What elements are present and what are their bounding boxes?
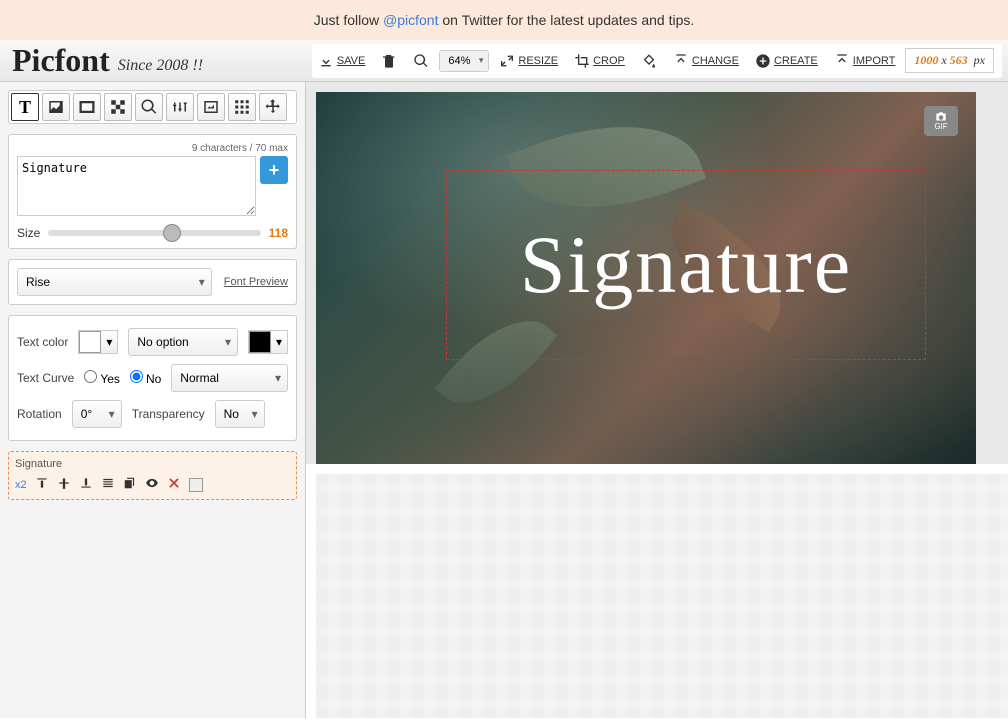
color-option-select[interactable]: No option bbox=[128, 328, 238, 356]
font-panel: Rise Font Preview bbox=[8, 259, 297, 305]
image-canvas[interactable]: Signature GIF bbox=[316, 92, 976, 464]
resize-icon bbox=[499, 53, 515, 69]
magnifier-icon bbox=[413, 53, 429, 69]
align-top-icon bbox=[35, 476, 49, 490]
resize-button[interactable]: RESIZE bbox=[493, 49, 564, 73]
duplicate-button[interactable]: x2 bbox=[15, 479, 27, 491]
text-color-picker[interactable]: ▾ bbox=[78, 330, 118, 354]
tab-pattern[interactable] bbox=[104, 93, 132, 121]
banner-prefix: Just follow bbox=[314, 12, 383, 28]
align-top-button[interactable] bbox=[35, 476, 49, 493]
promo-banner: Just follow @picfont on Twitter for the … bbox=[0, 0, 1008, 40]
align-bottom-button[interactable] bbox=[79, 476, 93, 493]
tagline: Since 2008 !! bbox=[118, 47, 203, 75]
size-value: 118 bbox=[269, 226, 288, 240]
tab-move[interactable] bbox=[259, 93, 287, 121]
logo: Picfont bbox=[0, 42, 118, 79]
tab-grid[interactable] bbox=[228, 93, 256, 121]
curve-yes-radio[interactable]: Yes bbox=[84, 370, 120, 386]
text-panel: 9 characters / 70 max + Size 118 bbox=[8, 134, 297, 249]
layer-name: Signature bbox=[15, 458, 290, 470]
dimensions-display: 1000 x 563 px bbox=[905, 48, 994, 73]
tab-frame[interactable] bbox=[73, 93, 101, 121]
upload-icon bbox=[834, 53, 850, 69]
save-button[interactable]: SAVE bbox=[312, 49, 372, 73]
zoom-search-button[interactable] bbox=[407, 49, 435, 73]
move-icon bbox=[264, 98, 282, 116]
change-button[interactable]: CHANGE bbox=[667, 49, 745, 73]
size-slider[interactable] bbox=[48, 230, 260, 236]
upload-icon bbox=[673, 53, 689, 69]
layer-checkbox[interactable] bbox=[189, 478, 203, 492]
plus-circle-icon bbox=[755, 53, 771, 69]
align-middle-icon bbox=[57, 476, 71, 490]
add-text-button[interactable]: + bbox=[260, 156, 288, 184]
tool-tabs: T bbox=[8, 90, 297, 124]
curve-mode-select[interactable]: Normal bbox=[171, 364, 288, 392]
twitter-handle-link[interactable]: @picfont bbox=[383, 12, 438, 28]
crop-icon bbox=[574, 53, 590, 69]
rotation-label: Rotation bbox=[17, 407, 62, 421]
align-bottom-icon bbox=[79, 476, 93, 490]
grid-icon bbox=[233, 98, 251, 116]
copy-icon bbox=[123, 476, 137, 490]
text-overlay-selection[interactable]: Signature bbox=[446, 170, 926, 360]
options-panel: Text color ▾ No option ▾ Text Curve Yes … bbox=[8, 315, 297, 441]
camera-icon bbox=[934, 112, 948, 122]
trash-icon bbox=[381, 53, 397, 69]
eye-icon bbox=[145, 476, 159, 490]
zoom-select[interactable]: 64% bbox=[439, 50, 489, 72]
tab-text[interactable]: T bbox=[11, 93, 39, 121]
font-preview-link[interactable]: Font Preview bbox=[224, 276, 288, 288]
delete-layer-button[interactable] bbox=[167, 476, 181, 493]
text-color-label: Text color bbox=[17, 335, 68, 349]
sidebar: T 9 characters / 70 max + Size 118 Rise bbox=[0, 82, 306, 718]
layer-actions: x2 bbox=[15, 476, 290, 493]
main-area: T 9 characters / 70 max + Size 118 Rise bbox=[0, 82, 1008, 718]
font-select[interactable]: Rise bbox=[17, 268, 212, 296]
download-icon bbox=[318, 53, 334, 69]
picture-icon bbox=[202, 98, 220, 116]
transparency-label: Transparency bbox=[132, 407, 205, 421]
secondary-color-picker[interactable]: ▾ bbox=[248, 330, 288, 354]
checkerboard-icon bbox=[109, 98, 127, 116]
banner-suffix: on Twitter for the latest updates and ti… bbox=[438, 12, 694, 28]
size-label: Size bbox=[17, 226, 40, 240]
tab-image[interactable] bbox=[42, 93, 70, 121]
text-curve-label: Text Curve bbox=[17, 371, 74, 385]
magnifier-icon bbox=[140, 98, 158, 116]
justify-button[interactable] bbox=[101, 476, 115, 493]
overlay-text[interactable]: Signature bbox=[520, 218, 852, 312]
paint-bucket-icon bbox=[641, 53, 657, 69]
visibility-button[interactable] bbox=[145, 476, 159, 493]
curve-no-radio[interactable]: No bbox=[130, 370, 161, 386]
grid-background bbox=[316, 474, 1008, 718]
fill-button[interactable] bbox=[635, 49, 663, 73]
tab-picture[interactable] bbox=[197, 93, 225, 121]
image-icon bbox=[47, 98, 65, 116]
text-input[interactable] bbox=[17, 156, 256, 216]
canvas-area: Signature GIF bbox=[306, 82, 1008, 718]
char-count: 9 characters / 70 max bbox=[17, 143, 288, 154]
header-bar: Picfont Since 2008 !! SAVE 64% RESIZE CR… bbox=[0, 40, 1008, 82]
delete-button[interactable] bbox=[375, 49, 403, 73]
sliders-icon bbox=[171, 98, 189, 116]
create-button[interactable]: CREATE bbox=[749, 49, 824, 73]
rotation-select[interactable]: 0° bbox=[72, 400, 122, 428]
x-icon bbox=[167, 476, 181, 490]
justify-icon bbox=[101, 476, 115, 490]
import-button[interactable]: IMPORT bbox=[828, 49, 902, 73]
transparency-select[interactable]: No bbox=[215, 400, 265, 428]
tab-search[interactable] bbox=[135, 93, 163, 121]
top-toolbar: SAVE 64% RESIZE CROP CHANGE CREATE bbox=[312, 44, 1002, 78]
crop-button[interactable]: CROP bbox=[568, 49, 631, 73]
layer-panel: Signature x2 bbox=[8, 451, 297, 500]
tab-adjust[interactable] bbox=[166, 93, 194, 121]
copy-button[interactable] bbox=[123, 476, 137, 493]
frame-icon bbox=[78, 98, 96, 116]
align-middle-button[interactable] bbox=[57, 476, 71, 493]
gif-badge[interactable]: GIF bbox=[924, 106, 958, 136]
